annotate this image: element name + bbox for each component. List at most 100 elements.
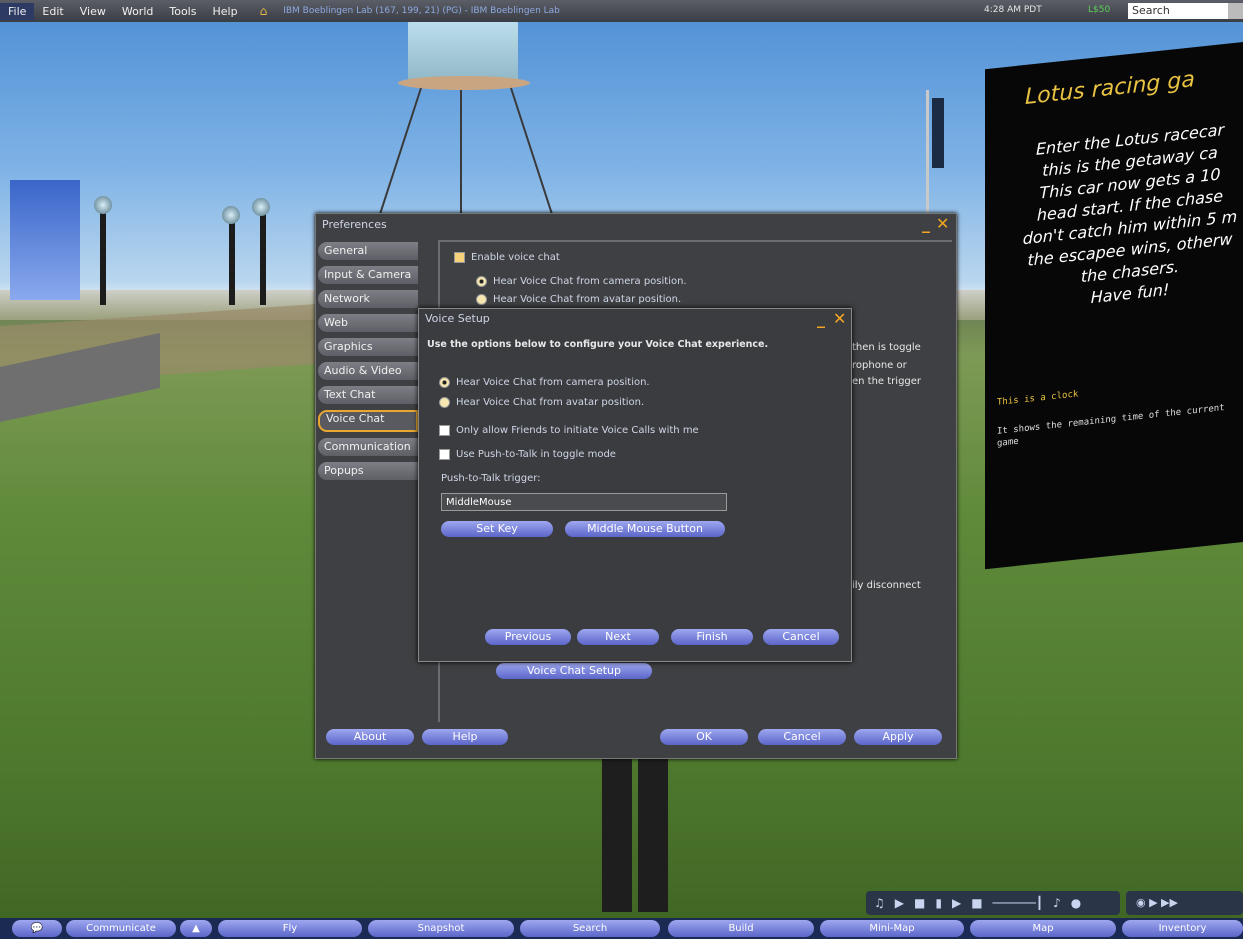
sign-body: Enter the Lotus racecar this is the geta… (1005, 116, 1243, 318)
camera-radio[interactable]: Hear Voice Chat from camera position. (476, 276, 687, 287)
lamp-post (229, 220, 235, 305)
tab-network[interactable]: Network (318, 290, 418, 308)
push-toggle-checkbox[interactable]: Use Push-to-Talk in toggle mode (439, 449, 616, 460)
lamp-globe (94, 196, 112, 214)
inventory-button[interactable]: Inventory (1122, 920, 1243, 937)
tab-input-camera[interactable]: Input & Camera (318, 266, 418, 284)
set-key-button[interactable]: Set Key (441, 521, 553, 537)
voice-setup-dialog: Voice Setup _ ✕ Use the options below to… (418, 308, 852, 662)
trigger-input[interactable]: MiddleMouse (441, 493, 727, 511)
settings-icon[interactable]: ● (1071, 896, 1081, 910)
minimize-icon[interactable]: _ (817, 309, 825, 328)
tab-graphics[interactable]: Graphics (318, 338, 418, 356)
help-button[interactable]: Help (422, 729, 508, 745)
middle-mouse-button[interactable]: Middle Mouse Button (565, 521, 725, 537)
stop-icon[interactable]: ■ (971, 896, 982, 910)
media-controls: ♫ ▶ ■ ▮ ▶ ■ ──────┃ ♪ ● (866, 891, 1120, 915)
cancel-button[interactable]: Cancel (763, 629, 839, 645)
checkbox-icon[interactable] (439, 425, 450, 436)
chat-icon[interactable]: 💬 (12, 920, 62, 937)
radio-icon[interactable] (476, 276, 487, 287)
search-button[interactable]: Search (520, 920, 660, 937)
avatar-radio-label: Hear Voice Chat from avatar position. (493, 294, 682, 305)
preferences-tabs: General Input & Camera Network Web Graph… (318, 242, 418, 486)
clock-title: This is a clock (997, 389, 1079, 408)
menu-world[interactable]: World (114, 5, 162, 18)
fly-button[interactable]: Fly (218, 920, 362, 937)
search-input[interactable]: Search (1128, 3, 1228, 19)
build-button[interactable]: Build (668, 920, 814, 937)
voice-setup-title: Voice Setup (425, 312, 490, 325)
menu-file[interactable]: File (0, 2, 35, 20)
radio-icon[interactable] (439, 377, 450, 388)
camera-radio[interactable]: Hear Voice Chat from camera position. (439, 377, 650, 388)
play-icon[interactable]: ▶ (952, 896, 961, 910)
lotus-racing-sign: Lotus racing ga Enter the Lotus racecar … (985, 40, 1243, 570)
push-toggle-label: Use Push-to-Talk in toggle mode (456, 449, 616, 460)
minimize-icon[interactable]: _ (922, 214, 930, 233)
communicate-button[interactable]: Communicate (66, 920, 176, 937)
cancel-button[interactable]: Cancel (758, 729, 846, 745)
media-icon[interactable]: ▮ (935, 896, 942, 910)
enable-voice-checkbox[interactable]: Enable voice chat (454, 252, 560, 263)
tab-web[interactable]: Web (318, 314, 418, 332)
volume-icon[interactable]: ♪ (1053, 896, 1061, 910)
stop-icon[interactable]: ■ (914, 896, 925, 910)
friends-only-checkbox[interactable]: Only allow Friends to initiate Voice Cal… (439, 425, 699, 436)
avatar-radio[interactable]: Hear Voice Chat from avatar position. (476, 294, 681, 305)
panel-border (440, 240, 952, 242)
volume-slider[interactable]: ──────┃ (993, 896, 1044, 910)
apply-button[interactable]: Apply (854, 729, 942, 745)
radio-icon[interactable] (476, 294, 487, 305)
mini-map-button[interactable]: Mini-Map (820, 920, 964, 937)
preferences-title: Preferences (322, 218, 387, 231)
next-button[interactable]: Next (577, 629, 659, 645)
finish-button[interactable]: Finish (671, 629, 753, 645)
checkbox-icon[interactable] (454, 252, 465, 263)
menu-tools[interactable]: Tools (161, 5, 204, 18)
clock-note: It shows the remaining time of the curre… (997, 403, 1225, 449)
blue-building (10, 180, 80, 300)
play-icon[interactable]: ▶ (895, 896, 904, 910)
tab-general[interactable]: General (318, 242, 418, 260)
previous-button[interactable]: Previous (485, 629, 571, 645)
snapshot-button[interactable]: Snapshot (368, 920, 514, 937)
avatar-leg (638, 752, 668, 912)
text-fragment: rophone or (852, 360, 907, 371)
menu-edit[interactable]: Edit (34, 5, 71, 18)
tab-voice-chat[interactable]: Voice Chat (318, 410, 418, 432)
voice-chat-setup-button[interactable]: Voice Chat Setup (496, 663, 652, 679)
balance-text[interactable]: L$50 (1088, 5, 1110, 15)
enable-voice-label: Enable voice chat (471, 252, 560, 263)
ok-button[interactable]: OK (660, 729, 748, 745)
avatar-radio-label: Hear Voice Chat from avatar position. (456, 397, 645, 408)
text-fragment: then is toggle (852, 342, 921, 353)
tab-audio-video[interactable]: Audio & Video (318, 362, 418, 380)
search-icon[interactable] (1228, 3, 1243, 19)
tab-text-chat[interactable]: Text Chat (318, 386, 418, 404)
avatar-radio[interactable]: Hear Voice Chat from avatar position. (439, 397, 644, 408)
menu-view[interactable]: View (72, 5, 114, 18)
menu-help[interactable]: Help (204, 5, 245, 18)
home-icon[interactable]: ⌂ (260, 4, 268, 18)
tab-popups[interactable]: Popups (318, 462, 418, 480)
sign-title: Lotus racing ga (1025, 67, 1195, 110)
location-text[interactable]: IBM Boeblingen Lab (167, 199, 21) (PG) -… (283, 6, 560, 16)
about-button[interactable]: About (326, 729, 414, 745)
close-icon[interactable]: ✕ (833, 309, 846, 328)
tab-communication[interactable]: Communication (318, 438, 418, 456)
friends-only-label: Only allow Friends to initiate Voice Cal… (456, 425, 699, 436)
close-icon[interactable]: ✕ (936, 214, 949, 233)
water-tower (408, 18, 518, 84)
voice-icon[interactable]: ◉ ▶ ▶▶ (1136, 896, 1178, 909)
radio-icon[interactable] (439, 397, 450, 408)
music-icon[interactable]: ♫ (874, 896, 885, 910)
chevron-up-icon[interactable]: ▲ (180, 920, 212, 937)
avatar-legs (602, 752, 670, 912)
map-button[interactable]: Map (970, 920, 1116, 937)
checkbox-icon[interactable] (439, 449, 450, 460)
trigger-label: Push-to-Talk trigger: (441, 473, 541, 484)
camera-radio-label: Hear Voice Chat from camera position. (456, 377, 650, 388)
lamp-post (260, 210, 266, 305)
lamp-post (100, 210, 106, 305)
